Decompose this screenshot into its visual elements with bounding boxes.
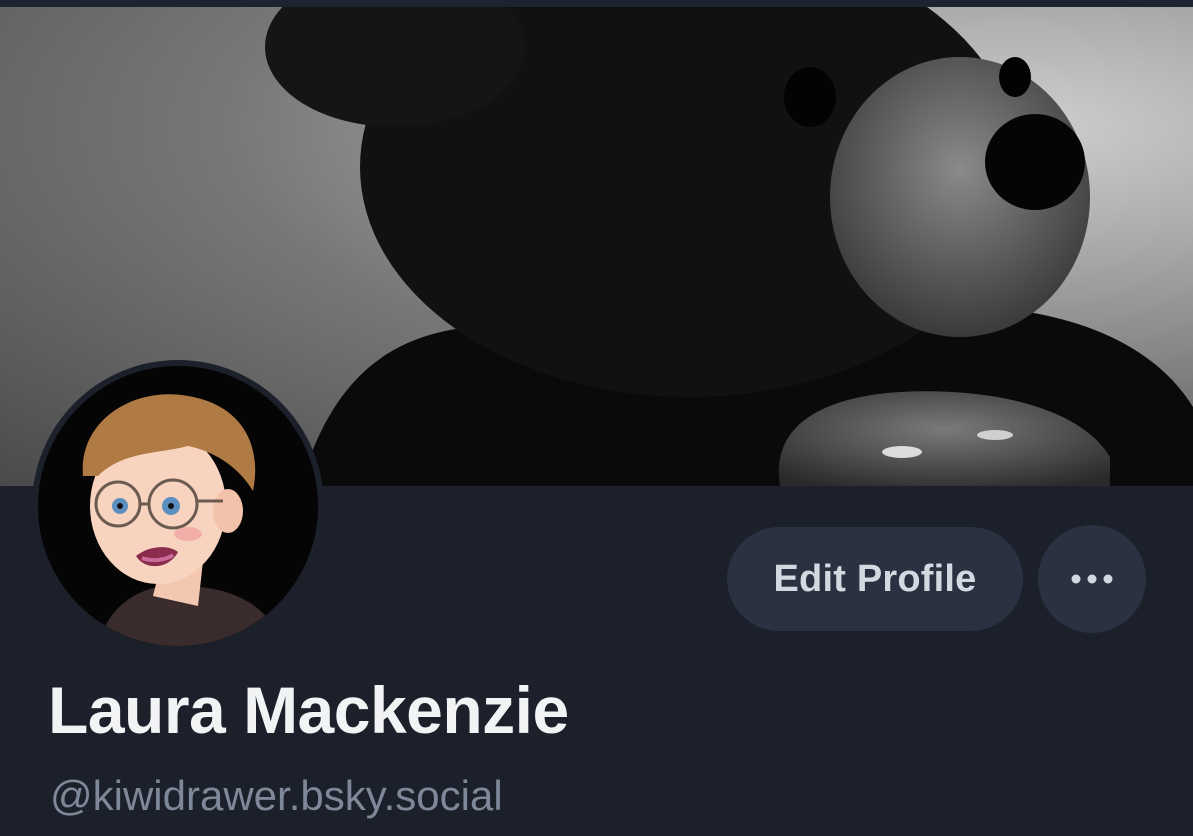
more-options-button[interactable] xyxy=(1038,525,1146,633)
avatar[interactable] xyxy=(32,360,324,652)
ellipsis-icon xyxy=(1071,574,1113,584)
avatar-image xyxy=(38,366,318,646)
top-bar xyxy=(0,0,1193,7)
display-name: Laura Mackenzie xyxy=(48,673,569,747)
edit-profile-button[interactable]: Edit Profile xyxy=(727,527,1023,631)
avatar-illustration xyxy=(38,366,318,646)
user-handle: @kiwidrawer.bsky.social xyxy=(50,772,503,819)
